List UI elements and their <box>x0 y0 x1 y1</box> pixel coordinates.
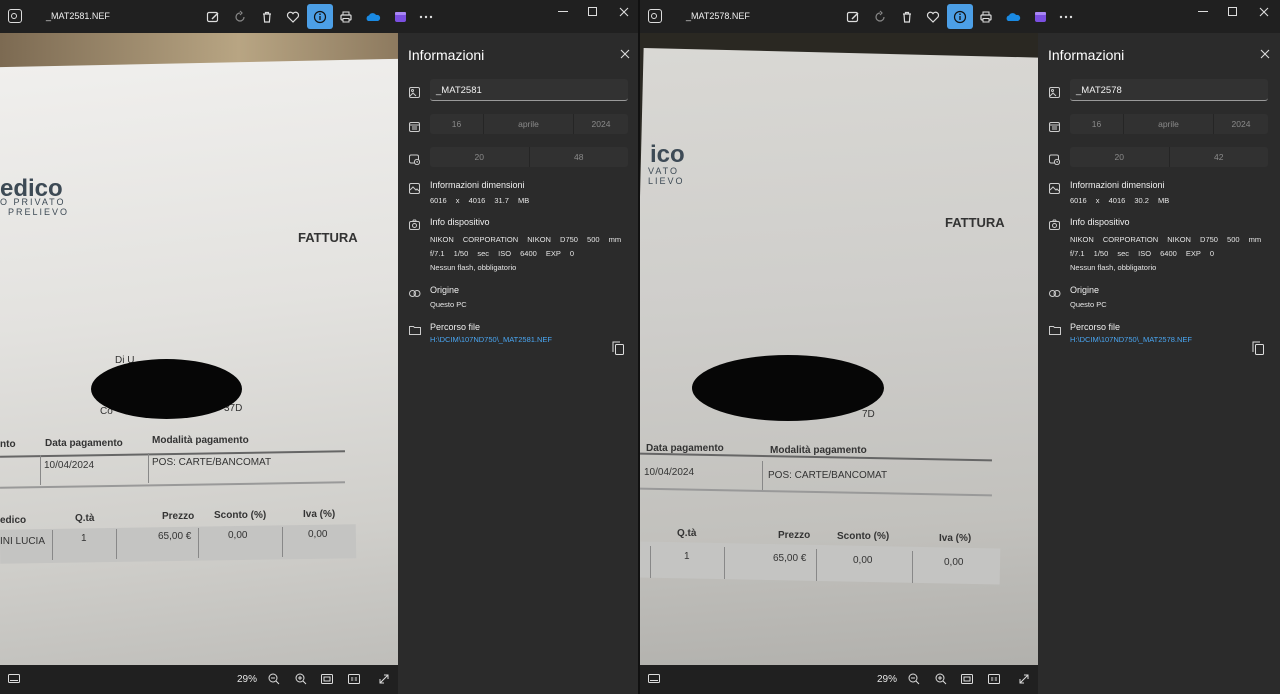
maximize-button[interactable] <box>1216 4 1250 20</box>
photo-viewer-window-right: _MAT2578.NEF ico VATO LIEVO FATTURA Co 7… <box>640 0 1280 694</box>
copy-path-icon[interactable] <box>1252 341 1264 355</box>
file-path-link[interactable]: H:\DCIM\107ND750\_MAT2578.NEF <box>1070 335 1192 344</box>
full-screen-icon[interactable] <box>1017 673 1031 685</box>
date-day[interactable]: 16 <box>1070 114 1124 134</box>
zoom-level: 29% <box>877 674 898 685</box>
edit-image-icon[interactable] <box>200 4 226 29</box>
image-icon <box>409 85 420 98</box>
dimensions-value: 6016 x 4016 30.2 MB <box>1070 196 1170 205</box>
file-name: _MAT2578.NEF <box>686 11 750 21</box>
zoom-level: 29% <box>237 674 258 685</box>
link-icon <box>1049 285 1061 297</box>
actual-size-icon[interactable] <box>347 673 361 685</box>
image-icon <box>1049 85 1060 98</box>
edit-image-icon[interactable] <box>840 4 866 29</box>
dimensions-value: 6016 x 4016 31.7 MB <box>430 196 530 205</box>
time-hour[interactable]: 20 <box>1070 147 1170 167</box>
photos-app-icon <box>8 9 22 23</box>
clock-icon <box>409 152 421 166</box>
filmstrip-icon[interactable] <box>7 673 21 685</box>
date-year[interactable]: 2024 <box>1214 114 1268 134</box>
file-name-field[interactable]: _MAT2578 <box>1070 79 1268 101</box>
link-icon <box>409 285 421 297</box>
copy-path-icon[interactable] <box>612 341 624 355</box>
delete-icon[interactable] <box>894 4 920 29</box>
file-name-field[interactable]: _MAT2581 <box>430 79 628 101</box>
more-options-icon[interactable] <box>1053 4 1079 29</box>
filmstrip-icon[interactable] <box>647 673 661 685</box>
date-picker[interactable]: 16 aprile 2024 <box>430 114 628 134</box>
time-minute[interactable]: 42 <box>1170 147 1269 167</box>
status-bar: 29% <box>640 665 1038 694</box>
title-bar: _MAT2581.NEF <box>0 0 640 33</box>
panel-title: Informazioni <box>1048 47 1125 63</box>
favorite-heart-icon[interactable] <box>920 4 946 29</box>
fit-to-window-icon[interactable] <box>960 673 974 685</box>
date-picker[interactable]: 16 aprile 2024 <box>1070 114 1268 134</box>
actual-size-icon[interactable] <box>987 673 1001 685</box>
dimensions-icon <box>1049 181 1060 194</box>
folder-icon <box>1049 322 1061 335</box>
delete-icon[interactable] <box>254 4 280 29</box>
minimize-button[interactable] <box>1186 4 1220 20</box>
photo-doc-title: FATTURA <box>945 215 1005 230</box>
print-icon[interactable] <box>333 4 359 29</box>
rotate-icon[interactable] <box>867 4 893 29</box>
full-screen-icon[interactable] <box>377 673 391 685</box>
info-panel: Informazioni _MAT2578 16 aprile 2024 20 … <box>1038 33 1280 694</box>
close-window-button[interactable] <box>607 4 640 20</box>
camera-icon <box>409 217 420 230</box>
close-panel-icon[interactable] <box>620 47 630 62</box>
minimize-button[interactable] <box>546 4 580 20</box>
info-icon[interactable] <box>307 4 333 29</box>
zoom-in-icon[interactable] <box>294 673 308 685</box>
clipchamp-icon[interactable] <box>387 4 413 29</box>
camera-icon <box>1049 217 1060 230</box>
more-options-icon[interactable] <box>413 4 439 29</box>
time-minute[interactable]: 48 <box>530 147 629 167</box>
calendar-icon <box>1049 119 1060 132</box>
file-name: _MAT2581.NEF <box>46 11 110 21</box>
clock-icon <box>1049 152 1061 166</box>
date-month[interactable]: aprile <box>1124 114 1214 134</box>
redaction-blob <box>692 355 884 421</box>
image-canvas[interactable]: edico O PRIVATO PRELIEVO FATTURA Di U Co… <box>0 33 398 665</box>
clipchamp-icon[interactable] <box>1027 4 1053 29</box>
file-path-link[interactable]: H:\DCIM\107ND750\_MAT2581.NEF <box>430 335 552 344</box>
photo-viewer-window-left: _MAT2581.NEF edico O PRIVATO PRELIEVO FA… <box>0 0 640 694</box>
info-icon[interactable] <box>947 4 973 29</box>
fit-to-window-icon[interactable] <box>320 673 334 685</box>
dimensions-icon <box>409 181 420 194</box>
folder-icon <box>409 322 421 335</box>
onedrive-icon[interactable] <box>360 4 386 29</box>
time-hour[interactable]: 20 <box>430 147 530 167</box>
photo-logo-text: ico <box>650 141 685 168</box>
zoom-out-icon[interactable] <box>267 673 281 685</box>
date-day[interactable]: 16 <box>430 114 484 134</box>
close-window-button[interactable] <box>1247 4 1280 20</box>
print-icon[interactable] <box>973 4 999 29</box>
calendar-icon <box>409 119 420 132</box>
time-picker[interactable]: 20 42 <box>1070 147 1268 167</box>
close-panel-icon[interactable] <box>1260 47 1270 62</box>
time-picker[interactable]: 20 48 <box>430 147 628 167</box>
zoom-out-icon[interactable] <box>907 673 921 685</box>
redaction-blob <box>91 359 242 419</box>
date-month[interactable]: aprile <box>484 114 574 134</box>
photo-doc-title: FATTURA <box>298 230 358 245</box>
maximize-button[interactable] <box>576 4 610 20</box>
panel-title: Informazioni <box>408 47 485 63</box>
onedrive-icon[interactable] <box>1000 4 1026 29</box>
date-year[interactable]: 2024 <box>574 114 628 134</box>
zoom-in-icon[interactable] <box>934 673 948 685</box>
image-canvas[interactable]: ico VATO LIEVO FATTURA Co 7D Data pagame… <box>640 33 1038 665</box>
photos-app-icon <box>648 9 662 23</box>
rotate-icon[interactable] <box>227 4 253 29</box>
status-bar: 29% <box>0 665 398 694</box>
info-panel: Informazioni _MAT2581 16 aprile 2024 20 … <box>398 33 640 694</box>
title-bar: _MAT2578.NEF <box>640 0 1280 33</box>
favorite-heart-icon[interactable] <box>280 4 306 29</box>
